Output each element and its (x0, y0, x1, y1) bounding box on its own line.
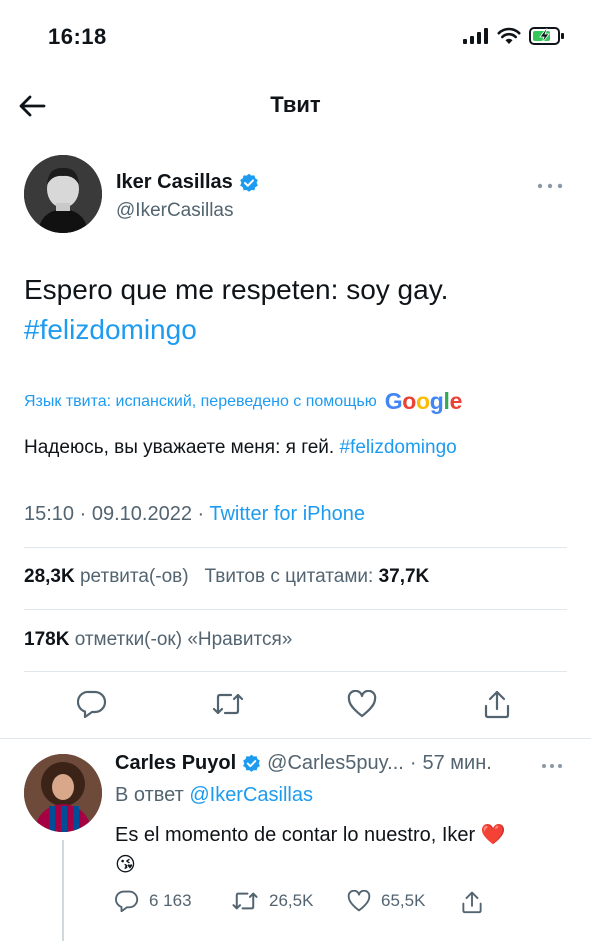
quotes-label: Твитов с цитатами: (204, 566, 374, 587)
reply-header[interactable]: Carles Puyol @Carles5puy... · 57 мин. (115, 752, 492, 775)
status-bar: 16:18 (0, 0, 591, 70)
google-logo: Google (384, 388, 463, 414)
retweets-label: ретвита(-ов) (79, 566, 189, 587)
quotes-stat[interactable]: Твитов с цитатами: 37,7K (204, 566, 429, 587)
mention-link[interactable]: @IkerCasillas (189, 784, 313, 806)
like-button[interactable] (344, 686, 380, 722)
avatar-photo (24, 754, 102, 832)
verified-badge-icon (243, 754, 261, 772)
separator: · (197, 503, 210, 525)
reply-author-name: Carles Puyol (115, 752, 237, 774)
translation-note[interactable]: Язык твита: испанский, переведено с помо… (24, 388, 567, 415)
kiss-emoji: 😘 (115, 854, 136, 876)
reply-action-bar: 6 163 26,5K 65,5K (115, 890, 563, 916)
status-icons (463, 26, 565, 46)
more-options-icon[interactable] (541, 756, 563, 774)
author-handle[interactable]: @IkerCasillas (116, 200, 233, 222)
separator: · (79, 503, 92, 525)
in-reply-prefix: В ответ (115, 784, 184, 806)
reply-button[interactable] (74, 686, 110, 722)
tweet-text: Espero que me respeten: soy gay. #felizd… (24, 270, 567, 350)
share-icon (462, 891, 482, 914)
translation-note-text: Язык твита: испанский, переведено с помо… (24, 392, 377, 410)
translated-text: Надеюсь, вы уважаете меня: я гей. #feliz… (24, 437, 567, 459)
translated-text-main: Надеюсь, вы уважаете меня: я гей. (24, 437, 335, 458)
divider (24, 547, 567, 548)
likes-count: 178K (24, 629, 70, 650)
quotes-count: 37,7K (378, 566, 430, 587)
translated-hashtag-link[interactable]: #felizdomingo (339, 437, 456, 458)
signal-icon (463, 28, 488, 44)
author-name: Iker Casillas (116, 171, 233, 193)
thread-line (62, 840, 64, 941)
retweets-stat[interactable]: 28,3K ретвита(-ов) (24, 566, 189, 587)
status-time: 16:18 (48, 24, 107, 49)
hashtag-link[interactable]: #felizdomingo (24, 310, 567, 350)
reply-replies-count: 6 163 (149, 891, 192, 910)
tweet-date: 09.10.2022 (91, 503, 192, 525)
divider (24, 609, 567, 610)
nav-bar: Твит (0, 70, 591, 140)
heart-icon (347, 890, 371, 912)
retweet-icon (212, 693, 244, 715)
reply-share-button[interactable] (461, 890, 483, 914)
reply-reply-button[interactable]: 6 163 (115, 890, 192, 912)
likes-stat[interactable]: 178K отметки(-ок) «Нравится» (24, 629, 567, 651)
heart-emoji: ❤️ (480, 824, 506, 846)
in-reply-to: В ответ @IkerCasillas (115, 784, 313, 807)
reply-author-handle: @Carles5puy... (267, 752, 404, 774)
tweet-text-main: Espero que me respeten: soy gay. (24, 274, 449, 305)
avatar-photo (24, 155, 102, 233)
retweet-quote-stats: 28,3K ретвита(-ов) Твитов с цитатами: 37… (24, 566, 567, 588)
divider (24, 671, 567, 672)
separator: · (409, 752, 417, 774)
reply-icon (115, 890, 139, 912)
avatar[interactable] (24, 754, 102, 832)
reply-text: Es el momento de contar lo nuestro, Iker… (115, 820, 563, 880)
divider (0, 738, 591, 739)
author-name-row[interactable]: Iker Casillas (116, 171, 259, 194)
tweet-time: 15:10 (24, 503, 75, 525)
heart-icon (347, 690, 377, 718)
verified-badge-icon (239, 173, 258, 192)
avatar[interactable] (24, 155, 102, 233)
reply-text-main: Es el momento de contar lo nuestro, Iker (115, 824, 476, 846)
more-options-icon[interactable] (537, 173, 563, 194)
share-button[interactable] (479, 686, 515, 722)
reply-likes-count: 65,5K (381, 891, 426, 910)
battery-charging-icon (529, 27, 564, 45)
tweet-action-bar (0, 682, 591, 728)
reply-age: 57 мин. (422, 752, 492, 774)
retweet-button[interactable] (210, 686, 246, 722)
retweet-icon (232, 892, 258, 910)
reply-tweet[interactable]: Carles Puyol @Carles5puy... · 57 мин. В … (0, 740, 591, 941)
tweet-timestamp: 15:10 · 09.10.2022 · Twitter for iPhone (24, 503, 567, 526)
reply-icon (77, 690, 107, 718)
tweet-header: Iker Casillas @IkerCasillas (24, 155, 567, 237)
reply-retweet-button[interactable]: 26,5K (231, 890, 313, 912)
page-title: Твит (270, 92, 321, 117)
reply-retweets-count: 26,5K (269, 891, 314, 910)
wifi-icon (497, 27, 521, 44)
tweet-source-link[interactable]: Twitter for iPhone (209, 503, 365, 525)
retweets-count: 28,3K (24, 566, 75, 587)
share-icon (484, 690, 510, 719)
reply-like-button[interactable]: 65,5K (347, 890, 425, 912)
likes-label: отметки(-ок) «Нравится» (74, 629, 293, 650)
